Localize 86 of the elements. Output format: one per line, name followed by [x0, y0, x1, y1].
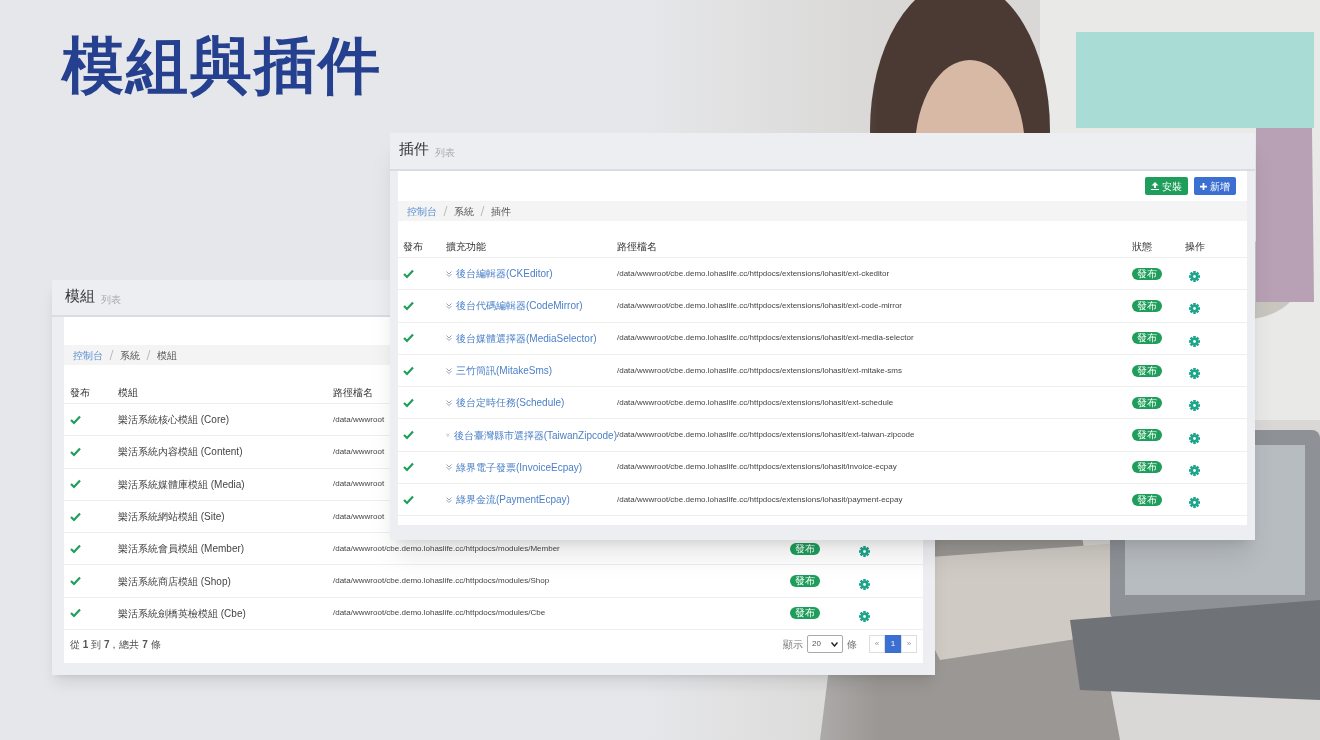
column-header: 路徑檔名: [333, 385, 374, 400]
page-button[interactable]: 1: [885, 635, 901, 654]
status-badge: 發布: [1132, 332, 1162, 345]
slash-icon: [109, 350, 114, 360]
status-badge: 發布: [790, 575, 820, 588]
extension-link[interactable]: 後台代碼編輯器(CodeMirror): [456, 298, 583, 314]
table-cell: /data/wwwroot: [333, 445, 385, 458]
plus-icon: [1200, 182, 1207, 190]
extension-link[interactable]: 後台定時任務(Schedule): [456, 395, 565, 411]
window-title: 模組: [65, 285, 95, 306]
table-cell: /data/wwwroot/cbe.demo.lohaslife.cc/httpdocs/extensions/lohasit/invoice-ecpay: [617, 461, 897, 474]
column-header: 操作: [1185, 239, 1206, 254]
status-badge: 發布: [1132, 267, 1162, 280]
settings-icon: [859, 578, 870, 590]
settings-icon: [1189, 303, 1200, 315]
breadcrumb-item: 系統: [454, 204, 474, 219]
breadcrumb-item: 插件: [491, 204, 511, 219]
table-cell: /data/wwwroot/cbe.demo.lohaslife.cc/httpdocs/modules/Cbe: [333, 607, 546, 620]
table-cell-text: 樂活系統會員模組 (Member): [118, 542, 246, 557]
table-cell-text: 樂活系統媒體庫模組 (Media): [118, 477, 246, 492]
column-header: 狀態: [1132, 239, 1153, 254]
column-header: 擴充功能: [446, 239, 487, 254]
window-subtitle: 列表: [435, 146, 455, 160]
table-cell: /data/wwwroot/cbe.demo.lohaslife.cc/httpdocs/extensions/lohasit/ext-code-mirror: [617, 299, 903, 312]
table-cell: /data/wwwroot/cbe.demo.lohaslife.cc/httpdocs/extensions/lohasit/ext-ckeditor: [617, 267, 890, 280]
table-cell-text: 樂活系統劍橋英檢模組 (Cbe): [118, 606, 247, 621]
settings-icon: [1189, 497, 1200, 509]
table-cell: /data/wwwroot/cbe.demo.lohaslife.cc/httpdocs/extensions/lohasit/ext-schedule: [617, 396, 894, 409]
settings-icon: [1189, 400, 1200, 412]
status-badge: 發布: [1132, 299, 1162, 312]
table-cell: /data/wwwroot/cbe.demo.lohaslife.cc/httpdocs/extensions/lohasit/ext-mitake-sms: [617, 364, 902, 377]
column-header: 模組: [118, 385, 139, 400]
slash-icon: [480, 206, 485, 216]
column-header: 發布: [403, 239, 424, 254]
window-subtitle: 列表: [101, 293, 121, 307]
settings-icon: [1189, 432, 1200, 444]
extension-link[interactable]: 三竹簡訊(MitakeSms): [456, 363, 553, 379]
upload-icon: [1151, 182, 1159, 190]
slash-icon: [146, 350, 151, 360]
table-cell-text: 樂活系統核心模組 (Core): [118, 413, 231, 428]
breadcrumb-link[interactable]: 控制台: [73, 347, 103, 363]
table-cell: /data/wwwroot/cbe.demo.lohaslife.cc/httpdocs/extensions/lohasit/ext-media-selector: [617, 332, 914, 345]
extension-link[interactable]: 綠界金流(PaymentEcpay): [456, 492, 570, 508]
settings-icon: [859, 546, 870, 558]
slash-icon: [443, 206, 448, 216]
table-cell: /data/wwwroot/cbe.demo.lohaslife.cc/httpdocs/modules/Member: [333, 542, 560, 555]
window-title: 插件: [399, 138, 429, 159]
table-cell-text: 樂活系統內容模組 (Content): [118, 445, 244, 460]
table-cell-text: /data/wwwroot/cbe.demo.lohaslife.cc/httpdocs/extensions/lohasit/ext-taiwan-zipcode: [617, 429, 915, 440]
table-cell: /data/wwwroot/cbe.demo.lohaslife.cc/httpdocs/extensions/lohasit/payment-ecpay: [617, 493, 903, 506]
table-cell: /data/wwwroot/cbe.demo.lohaslife.cc/httpdocs/modules/Shop: [333, 575, 550, 588]
settings-icon: [1189, 368, 1200, 380]
settings-icon: [1189, 271, 1200, 283]
status-badge: 發布: [1132, 396, 1162, 409]
breadcrumb-link[interactable]: 控制台: [407, 203, 437, 219]
status-badge: 發布: [790, 607, 820, 620]
settings-icon: [859, 610, 870, 622]
table-cell: /data/wwwroot: [333, 478, 385, 491]
page-button[interactable]: «: [869, 635, 885, 654]
breadcrumb-item: 系統: [120, 348, 140, 363]
status-badge: 發布: [1132, 364, 1162, 377]
add-button[interactable]: 新增: [1194, 177, 1236, 195]
page-size-unit: 條: [847, 637, 857, 652]
table-cell: /data/wwwroot: [333, 413, 385, 426]
install-button[interactable]: 安裝: [1145, 177, 1188, 195]
table-cell-text: 樂活系統商店模組 (Shop): [118, 574, 232, 589]
record-summary: 從 1 到 7，總共 7 條: [70, 637, 161, 652]
status-badge: 發布: [1132, 429, 1162, 442]
page-size-select[interactable]: 20: [807, 635, 843, 654]
settings-icon: [1189, 335, 1200, 347]
slide-title: 模組與插件: [62, 30, 382, 102]
extension-link[interactable]: 後台臺灣縣市選擇器(TaiwanZipcode): [453, 427, 617, 443]
status-badge: 發布: [1132, 493, 1162, 506]
status-badge: 發布: [1132, 461, 1162, 474]
status-badge: 發布: [790, 542, 820, 555]
extension-link[interactable]: 後台編輯器(CKEditor): [456, 266, 553, 282]
settings-icon: [1189, 464, 1200, 476]
extension-link[interactable]: 後台媒體選擇器(MediaSelector): [456, 330, 597, 346]
column-header: 發布: [70, 385, 91, 400]
breadcrumb-item: 模組: [157, 348, 177, 363]
column-header: 路徑檔名: [617, 239, 658, 254]
extension-link[interactable]: 綠界電子發票(InvoiceEcpay): [456, 459, 583, 475]
table-cell-text: 樂活系統網站模組 (Site): [118, 510, 226, 525]
page-button[interactable]: »: [901, 635, 917, 654]
table-cell: /data/wwwroot: [333, 510, 385, 523]
page-size-label: 顯示: [783, 637, 803, 652]
